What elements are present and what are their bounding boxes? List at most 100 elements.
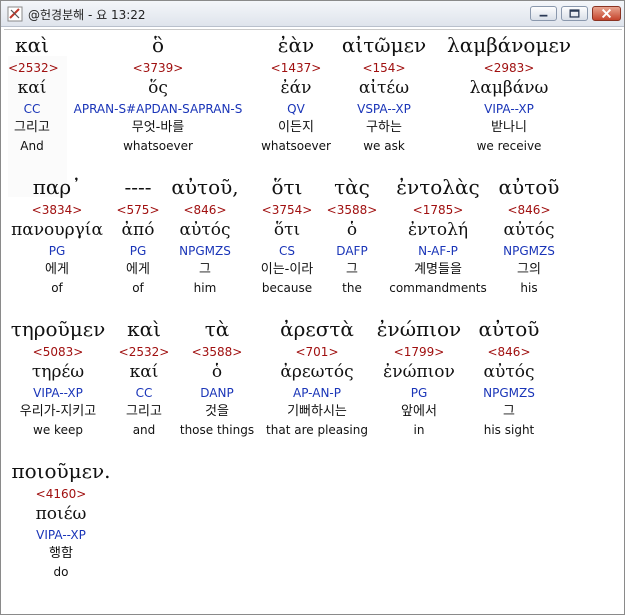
english-gloss: of — [51, 281, 63, 295]
korean-gloss: 이든지 — [278, 120, 314, 135]
parsing-code: NPGMZS — [503, 244, 555, 258]
interlinear-window: @헌경분해 - 요 13:22 καὶ <2532> καί CC 그리고 An… — [0, 0, 625, 615]
close-button[interactable] — [592, 6, 621, 21]
strong-number: <2983> — [483, 61, 535, 75]
korean-gloss: 우리가-지키고 — [19, 404, 97, 419]
strong-number: <846> — [507, 203, 551, 217]
greek-word: τὰ — [204, 317, 230, 341]
greek-word: αὐτοῦ, — [171, 175, 239, 199]
word-column[interactable]: τὰς <3588> ὁ DAFP 그 the — [324, 176, 380, 300]
title-bar[interactable]: @헌경분해 - 요 13:22 — [1, 1, 624, 27]
lemma: ἐνώπιον — [383, 362, 455, 382]
word-column[interactable]: αἰτῶμεν <154> αἰτέω VSPA--XP 구하는 we ask — [336, 34, 432, 158]
greek-word: ἐντολὰς — [396, 175, 480, 199]
word-column[interactable]: τηροῦμεν <5083> τηρέω VIPA--XP 우리가-지키고 w… — [6, 318, 110, 442]
lemma: καί — [17, 78, 47, 98]
lemma: ὅτι — [273, 220, 301, 240]
strong-number: <2532> — [118, 345, 170, 359]
korean-gloss: 기뻐하시는 — [287, 404, 347, 419]
lemma: ἐάν — [280, 78, 312, 98]
english-gloss: we keep — [33, 423, 83, 437]
word-column[interactable]: ἐντολὰς <1785> ἐντολή N-AF-P 계명들을 comman… — [384, 176, 492, 300]
greek-word: αὐτοῦ — [478, 317, 540, 341]
word-column[interactable]: ---- <575> ἀπό PG 에게 of — [110, 176, 166, 300]
strong-number: <5083> — [32, 345, 84, 359]
strong-number: <2532> — [8, 61, 59, 75]
maximize-icon — [569, 9, 580, 18]
word-column[interactable]: αὐτοῦ <846> αὐτός NPGMZS 그의 his — [494, 176, 564, 300]
strong-number: <4160> — [35, 487, 87, 501]
korean-gloss: 그의 — [517, 262, 541, 277]
parsing-code: QV — [287, 102, 305, 116]
word-column[interactable]: τὰ <3588> ὁ DANP 것을 those things — [176, 318, 258, 442]
parsing-code: VSPA--XP — [357, 102, 411, 116]
korean-gloss: 그 — [199, 262, 211, 277]
lemma: αἰτέω — [358, 78, 410, 98]
word-column[interactable]: ἐὰν <1437> ἐάν QV 이든지 whatsoever — [254, 34, 338, 158]
word-column[interactable]: παρ᾽ <3834> πανουργία PG 에게 of — [6, 176, 108, 300]
word-column[interactable]: ποιοῦμεν. <4160> ποιέω VIPA--XP 행함 do — [6, 460, 116, 584]
greek-word: παρ᾽ — [32, 175, 82, 199]
word-column[interactable]: ἐνώπιον <1799> ἐνώπιον PG 앞에서 in — [374, 318, 464, 442]
english-gloss: him — [193, 281, 217, 295]
strong-number: <1799> — [393, 345, 445, 359]
word-column[interactable]: ἀρεστὰ <701> ἀρεωτός AP-AN-P 기뻐하시는 that … — [260, 318, 374, 442]
korean-gloss: 그 — [503, 404, 515, 419]
korean-gloss: 그리고 — [14, 120, 50, 135]
english-gloss: we receive — [476, 139, 542, 153]
lemma: πανουργία — [11, 220, 103, 240]
word-column[interactable]: καὶ <2532> καί CC 그리고 And — [8, 33, 59, 158]
greek-word: αἰτῶμεν — [341, 33, 427, 57]
lemma: ὁ — [346, 220, 358, 240]
strong-number: <1785> — [412, 203, 464, 217]
lemma: αὐτός — [179, 220, 231, 240]
app-icon — [7, 6, 23, 22]
lemma: λαμβάνω — [469, 78, 549, 98]
parsing-code: DANP — [200, 386, 234, 400]
strong-number: <701> — [295, 345, 339, 359]
lemma: αὐτός — [503, 220, 555, 240]
greek-word: καὶ — [127, 317, 161, 341]
parsing-code: PG — [48, 244, 66, 258]
korean-gloss: 무엇-바를 — [131, 120, 185, 135]
word-column[interactable]: αὐτοῦ <846> αὐτός NPGMZS 그 his sight — [474, 318, 544, 442]
lemma: ὁ — [211, 362, 223, 382]
word-column[interactable]: ὅτι <3754> ὅτι CS 이는-이라 because — [252, 176, 322, 300]
lemma: καί — [129, 362, 159, 382]
word-column[interactable]: ὃ <3739> ὅς APRAN-S#APDAN-SAPRAN-S 무엇-바를… — [66, 34, 250, 158]
greek-word: ἐὰν — [277, 33, 315, 57]
english-gloss: whatsoever — [123, 139, 193, 153]
english-gloss: his — [520, 281, 538, 295]
strong-number: <846> — [487, 345, 531, 359]
word-column[interactable]: καὶ <2532> καί CC 그리고 and — [116, 318, 172, 442]
parsing-code: PG — [410, 386, 428, 400]
greek-word: ὅτι — [271, 175, 303, 199]
strong-number: <154> — [362, 61, 406, 75]
parsing-code: APRAN-S#APDAN-SAPRAN-S — [73, 102, 243, 116]
parsing-code: DAFP — [336, 244, 368, 258]
english-gloss: his sight — [483, 423, 535, 437]
minimize-button[interactable] — [530, 6, 557, 21]
parsing-code: CC — [135, 386, 153, 400]
maximize-button[interactable] — [561, 6, 588, 21]
greek-word: ποιοῦμεν. — [11, 459, 111, 483]
greek-word: καὶ — [15, 33, 49, 57]
strong-number: <575> — [116, 203, 160, 217]
strong-number: <3588> — [191, 345, 243, 359]
korean-gloss: 앞에서 — [401, 404, 437, 419]
parsing-code: AP-AN-P — [293, 386, 341, 400]
lemma: ποιέω — [35, 504, 87, 524]
window-title: @헌경분해 - 요 13:22 — [28, 8, 146, 22]
interlinear-content[interactable]: καὶ <2532> καί CC 그리고 And ὃ <3739> ὅς AP… — [4, 29, 622, 613]
korean-gloss: 에게 — [126, 262, 150, 277]
lemma: τηρέω — [31, 362, 85, 382]
strong-number: <3739> — [132, 61, 184, 75]
english-gloss: the — [342, 281, 362, 295]
word-column[interactable]: αὐτοῦ, <846> αὐτός NPGMZS 그 him — [168, 176, 242, 300]
korean-gloss: 에게 — [45, 262, 69, 277]
lemma: ἀπό — [121, 220, 155, 240]
greek-word: αὐτοῦ — [498, 175, 560, 199]
word-column[interactable]: λαμβάνομεν <2983> λαμβάνω VIPA--XP 받나니 w… — [434, 34, 584, 158]
english-gloss: we ask — [363, 139, 405, 153]
korean-gloss: 구하는 — [366, 120, 402, 135]
